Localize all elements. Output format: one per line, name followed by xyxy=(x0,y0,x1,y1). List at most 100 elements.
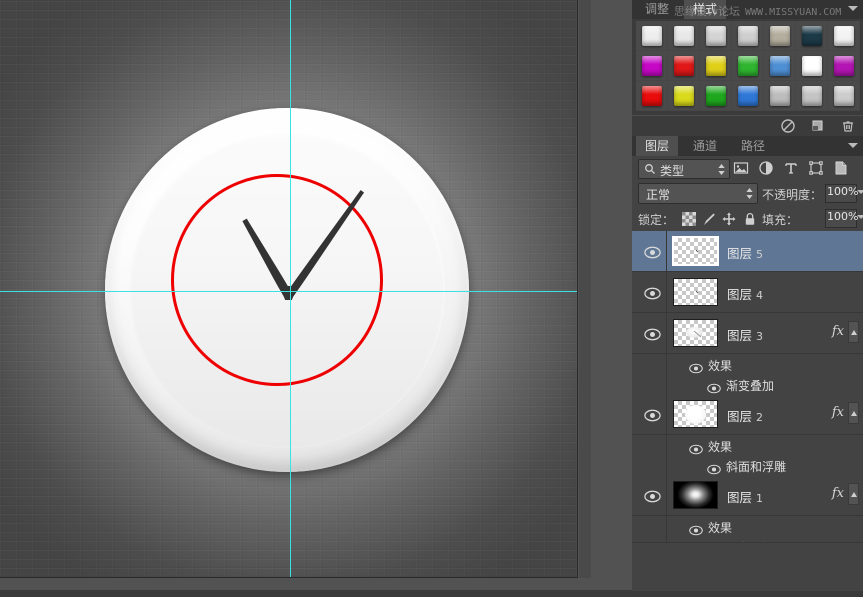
style-swatch-cell[interactable] xyxy=(636,51,668,81)
swatch-green[interactable] xyxy=(737,55,758,76)
style-swatch-cell[interactable] xyxy=(732,81,764,111)
effect-visibility-icon[interactable] xyxy=(689,359,703,374)
filter-pixel-icon[interactable] xyxy=(733,160,749,176)
effects-expand-icon[interactable] xyxy=(848,321,859,343)
layer-thumbnail[interactable] xyxy=(673,400,718,428)
swatch-purple[interactable] xyxy=(833,55,854,76)
effects-expand-icon[interactable] xyxy=(848,402,859,424)
style-swatch-cell[interactable] xyxy=(700,51,732,81)
style-swatch-cell[interactable] xyxy=(700,21,732,51)
effect-visibility-icon[interactable] xyxy=(689,440,703,455)
filter-type-icon[interactable] xyxy=(783,160,799,176)
blend-mode-select[interactable]: 正常 xyxy=(638,183,758,204)
lock-image-icon[interactable] xyxy=(702,211,716,225)
lock-position-icon[interactable] xyxy=(722,211,736,226)
style-swatch-cell[interactable] xyxy=(828,21,860,51)
swatch-emboss-gray[interactable] xyxy=(769,85,790,106)
layer-effect-row[interactable]: 斜面和浮雕 xyxy=(632,455,863,475)
swatch-glow-green[interactable] xyxy=(705,85,726,106)
chevron-down-icon[interactable] xyxy=(857,215,863,219)
effect-visibility-icon[interactable] xyxy=(707,460,721,475)
layer-row[interactable]: 图层 4 xyxy=(632,272,863,313)
swatch-page-curl[interactable] xyxy=(833,85,854,106)
chevron-down-icon[interactable] xyxy=(857,190,863,194)
delete-style-icon[interactable] xyxy=(840,118,856,134)
layer-visibility-icon[interactable] xyxy=(644,285,661,300)
tab-channels[interactable]: 通道 xyxy=(684,136,727,156)
style-swatch-cell[interactable] xyxy=(668,21,700,51)
layer-row[interactable]: 图层 2 fx xyxy=(632,394,863,435)
style-swatch-cell[interactable] xyxy=(732,51,764,81)
layer-row[interactable]: 图层 5 xyxy=(632,231,863,272)
style-swatch-cell[interactable] xyxy=(796,81,828,111)
style-swatch-cell[interactable] xyxy=(636,21,668,51)
layer-effects-fx-icon[interactable]: fx xyxy=(832,324,844,339)
swatch-fold-gray[interactable] xyxy=(737,25,758,46)
tab-paths[interactable]: 路径 xyxy=(732,136,775,156)
swatch-red[interactable] xyxy=(673,55,694,76)
swatch-yellow[interactable] xyxy=(705,55,726,76)
style-swatch-cell[interactable] xyxy=(636,81,668,111)
swatch-glow-blue[interactable] xyxy=(737,85,758,106)
layer-effects-fx-icon[interactable]: fx xyxy=(832,486,844,501)
swatch-curl-gray[interactable] xyxy=(801,85,822,106)
swatch-blue[interactable] xyxy=(769,55,790,76)
swatch-plain-light[interactable] xyxy=(673,25,694,46)
style-swatch-cell[interactable] xyxy=(796,51,828,81)
style-swatch-cell[interactable] xyxy=(764,21,796,51)
layer-filter-kind-select[interactable]: 类型 xyxy=(638,159,730,179)
swatch-dark-teal[interactable] xyxy=(801,25,822,46)
style-swatch-cell[interactable] xyxy=(668,81,700,111)
layer-thumbnail[interactable] xyxy=(672,236,719,266)
tab-layers[interactable]: 图层 xyxy=(636,136,679,156)
updown-stepper-icon[interactable] xyxy=(746,188,753,199)
style-swatch-cell[interactable] xyxy=(796,21,828,51)
style-swatch-cell[interactable] xyxy=(732,21,764,51)
style-swatch-cell[interactable] xyxy=(828,81,860,111)
layer-effect-row[interactable]: 效果 xyxy=(632,354,863,374)
layer-visibility-icon[interactable] xyxy=(644,326,661,341)
layer-visibility-icon[interactable] xyxy=(644,244,661,259)
vertical-scrollbar-track[interactable] xyxy=(579,0,591,578)
filter-shape-icon[interactable] xyxy=(808,160,824,176)
guide-horizontal[interactable] xyxy=(0,291,578,292)
style-swatch-cell[interactable] xyxy=(828,51,860,81)
layer-thumbnail[interactable] xyxy=(673,278,718,306)
layer-effects-fx-icon[interactable]: fx xyxy=(832,405,844,420)
swatch-glow-yellow[interactable] xyxy=(673,85,694,106)
swatch-default-white[interactable] xyxy=(641,25,662,46)
new-style-icon[interactable] xyxy=(810,118,826,134)
styles-swatch-grid[interactable] xyxy=(636,21,860,113)
layer-row[interactable]: 图层 1 fx xyxy=(632,475,863,516)
style-swatch-cell[interactable] xyxy=(764,81,796,111)
layer-visibility-icon[interactable] xyxy=(644,488,661,503)
swatch-taupe[interactable] xyxy=(769,25,790,46)
style-swatch-cell[interactable] xyxy=(764,51,796,81)
lock-all-icon[interactable] xyxy=(743,211,757,225)
tab-adjustments[interactable]: 调整 xyxy=(636,0,679,19)
swatch-glow-white[interactable] xyxy=(801,55,822,76)
layer-effect-row[interactable]: 效果 xyxy=(632,435,863,455)
document-window[interactable] xyxy=(0,0,578,578)
updown-stepper-icon[interactable] xyxy=(718,164,725,175)
layer-thumbnail[interactable] xyxy=(673,319,718,347)
guide-vertical[interactable] xyxy=(290,0,291,578)
swatch-bevel-gray[interactable] xyxy=(705,25,726,46)
clear-style-icon[interactable] xyxy=(780,118,796,134)
effects-expand-icon[interactable] xyxy=(848,483,859,505)
filter-smartobject-icon[interactable] xyxy=(833,160,849,176)
style-swatch-cell[interactable] xyxy=(700,81,732,111)
layer-list[interactable]: 图层 5 图层 4 图层 3 fx 效果 渐变叠加 图层 2 fx 效果 斜面和浮雕 图层 1 fx 效… xyxy=(632,231,863,597)
layer-row[interactable]: 图层 3 fx xyxy=(632,313,863,354)
style-swatch-cell[interactable] xyxy=(668,51,700,81)
layer-effect-row[interactable]: 渐变叠加 xyxy=(632,374,863,394)
swatch-glow-red[interactable] xyxy=(641,85,662,106)
swatch-magenta[interactable] xyxy=(641,55,662,76)
layer-visibility-icon[interactable] xyxy=(644,407,661,422)
layer-thumbnail[interactable] xyxy=(673,481,718,509)
lock-transparency-icon[interactable] xyxy=(682,211,696,226)
effect-visibility-icon[interactable] xyxy=(707,379,721,394)
layer-effect-row[interactable]: 效果 xyxy=(632,516,863,536)
filter-adjustment-icon[interactable] xyxy=(758,160,774,176)
effect-visibility-icon[interactable] xyxy=(689,521,703,536)
